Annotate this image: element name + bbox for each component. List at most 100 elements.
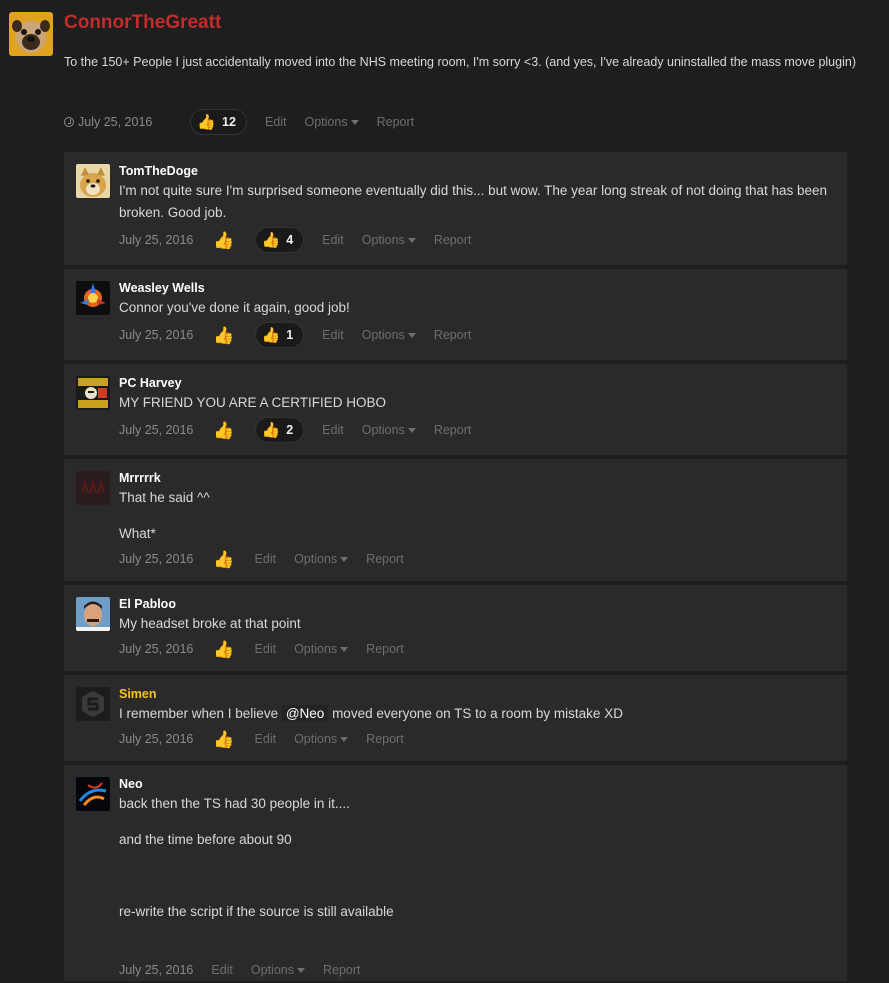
- comment-date[interactable]: July 25, 2016: [119, 963, 193, 977]
- comment-author[interactable]: PC Harvey: [119, 376, 182, 390]
- comment-line: Connor you've done it again, good job!: [119, 300, 350, 315]
- edit-link[interactable]: Edit: [255, 552, 277, 566]
- reaction-count: 12: [222, 115, 236, 129]
- reaction-count-pill[interactable]: 👍 12: [190, 109, 247, 135]
- report-link[interactable]: Report: [366, 552, 404, 566]
- like-button-icon[interactable]: 👍: [213, 232, 234, 249]
- comment-date[interactable]: July 25, 2016: [119, 642, 193, 656]
- thumbs-up-icon: 👍: [197, 113, 217, 131]
- dark-avatar[interactable]: [76, 471, 110, 505]
- report-link[interactable]: Report: [434, 328, 472, 342]
- clock-icon: [64, 117, 74, 127]
- options-menu[interactable]: Options: [294, 552, 349, 566]
- comment-body: MY FRIEND YOU ARE A CERTIFIED HOBO: [119, 392, 829, 414]
- post-author[interactable]: ConnorTheGreatt: [64, 12, 221, 34]
- caret-down-icon: [407, 238, 416, 244]
- comment-meta: July 25, 2016 👍 👍 1 Edit Options Report: [119, 322, 471, 348]
- comment-author[interactable]: Simen: [119, 687, 157, 701]
- thumbs-up-icon: 👍: [261, 231, 281, 249]
- comment-date[interactable]: July 25, 2016: [119, 552, 193, 566]
- comment-line: That he said ^^: [119, 490, 210, 505]
- comment-text-before: I remember when I believe: [119, 706, 282, 721]
- comment: El Pabloo My headset broke at that point…: [64, 585, 847, 671]
- caret-down-icon: [407, 428, 416, 434]
- comment: Mrrrrrk That he said ^^ What* July 25, 2…: [64, 459, 847, 581]
- comment: TomTheDoge I'm not quite sure I'm surpri…: [64, 152, 847, 265]
- comment-date[interactable]: July 25, 2016: [119, 732, 193, 746]
- caret-down-icon: [340, 647, 349, 653]
- edit-link[interactable]: Edit: [322, 233, 344, 247]
- comment-line: My headset broke at that point: [119, 616, 301, 631]
- comment-author[interactable]: El Pabloo: [119, 597, 176, 611]
- portrait-avatar[interactable]: [76, 597, 110, 631]
- fire-avatar[interactable]: [76, 281, 110, 315]
- reaction-count: 4: [286, 233, 294, 247]
- comment-meta: July 25, 2016 👍 👍 4 Edit Options Report: [119, 227, 471, 253]
- comment-line: I remember when I believe @Neo moved eve…: [119, 703, 829, 725]
- options-menu[interactable]: Options: [251, 963, 305, 977]
- options-menu[interactable]: Options: [362, 328, 416, 342]
- poster-avatar[interactable]: [76, 376, 110, 410]
- options-menu[interactable]: Options: [294, 642, 349, 656]
- like-button-icon[interactable]: 👍: [213, 327, 234, 344]
- pug-avatar[interactable]: [9, 12, 53, 56]
- like-button-icon[interactable]: 👍: [213, 641, 234, 658]
- comment-date[interactable]: July 25, 2016: [119, 423, 193, 437]
- comment-line: I'm not quite sure I'm surprised someone…: [119, 183, 828, 220]
- options-label: Options: [361, 328, 405, 342]
- comment-author[interactable]: TomTheDoge: [119, 164, 198, 178]
- edit-link[interactable]: Edit: [265, 115, 287, 129]
- reaction-count-pill[interactable]: 👍 4: [254, 227, 305, 253]
- edit-link[interactable]: Edit: [322, 423, 344, 437]
- options-label: Options: [361, 423, 405, 437]
- comment-date[interactable]: July 25, 2016: [119, 328, 193, 342]
- like-button-icon[interactable]: 👍: [213, 551, 234, 568]
- edit-link[interactable]: Edit: [255, 732, 277, 746]
- comment-line: MY FRIEND YOU ARE A CERTIFIED HOBO: [119, 395, 387, 410]
- thumbs-up-icon: 👍: [261, 326, 281, 344]
- comment-meta: July 25, 2016 👍 👍 2 Edit Options Report: [119, 417, 471, 443]
- comment-line: re-write the script if the source is sti…: [119, 904, 394, 919]
- edit-link[interactable]: Edit: [322, 328, 344, 342]
- caret-down-icon: [407, 333, 416, 339]
- reaction-count-pill[interactable]: 👍 1: [254, 322, 305, 348]
- options-menu[interactable]: Options: [362, 423, 416, 437]
- comment-author[interactable]: Neo: [119, 777, 143, 791]
- user-mention[interactable]: @Neo: [281, 705, 329, 722]
- comment-line: back then the TS had 30 people in it....: [119, 796, 350, 811]
- comment-line: and the time before about 90: [119, 832, 292, 847]
- swirl-avatar[interactable]: [76, 777, 110, 811]
- reaction-count-pill[interactable]: 👍 2: [254, 417, 305, 443]
- report-link[interactable]: Report: [366, 642, 404, 656]
- post-date[interactable]: July 25, 2016: [78, 115, 152, 129]
- comment-author[interactable]: Weasley Wells: [119, 281, 205, 295]
- report-link[interactable]: Report: [377, 115, 415, 129]
- report-link[interactable]: Report: [323, 963, 361, 977]
- doge-avatar[interactable]: [76, 164, 110, 198]
- like-button-icon[interactable]: 👍: [213, 422, 234, 439]
- comment: PC Harvey MY FRIEND YOU ARE A CERTIFIED …: [64, 364, 847, 455]
- caret-down-icon: [350, 120, 359, 126]
- comment: Weasley Wells Connor you've done it agai…: [64, 269, 847, 360]
- report-link[interactable]: Report: [434, 423, 472, 437]
- options-label: Options: [294, 732, 338, 746]
- report-link[interactable]: Report: [366, 732, 404, 746]
- post-body: To the 150+ People I just accidentally m…: [64, 55, 856, 69]
- options-menu[interactable]: Options: [294, 732, 349, 746]
- options-label: Options: [304, 115, 348, 129]
- options-menu[interactable]: Options: [362, 233, 416, 247]
- like-button-icon[interactable]: 👍: [213, 731, 234, 748]
- reaction-count: 1: [286, 328, 294, 342]
- options-menu[interactable]: Options: [305, 115, 359, 129]
- report-link[interactable]: Report: [434, 233, 472, 247]
- comment-date[interactable]: July 25, 2016: [119, 233, 193, 247]
- s-logo-avatar[interactable]: [76, 687, 110, 721]
- comment-author[interactable]: Mrrrrrk: [119, 471, 161, 485]
- comment-body: My headset broke at that point: [119, 613, 829, 635]
- comment-meta: July 25, 2016 👍 Edit Options Report: [119, 546, 404, 572]
- edit-link[interactable]: Edit: [211, 963, 233, 977]
- edit-link[interactable]: Edit: [255, 642, 277, 656]
- options-label: Options: [250, 963, 294, 977]
- caret-down-icon: [340, 557, 349, 563]
- comment: Simen I remember when I believe @Neo mov…: [64, 675, 847, 761]
